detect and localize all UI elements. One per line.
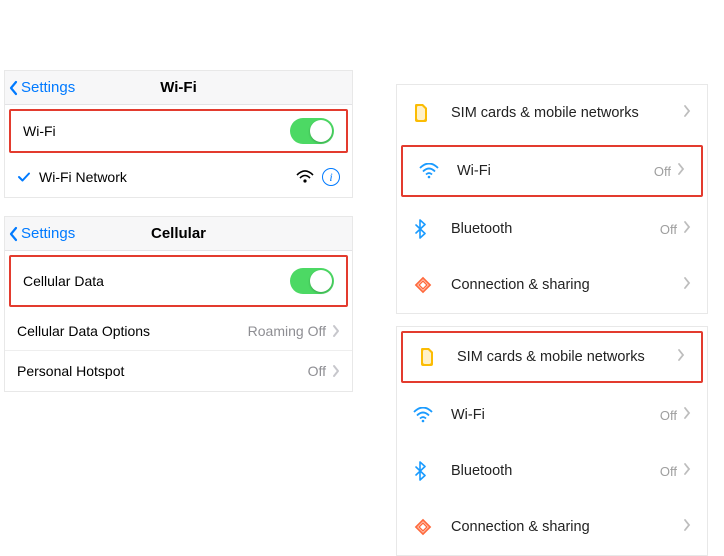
chevron-right-icon: [683, 462, 691, 480]
share-icon: [413, 517, 441, 537]
ios-nav-bar: Settings Cellular: [5, 217, 352, 251]
share-icon: [413, 275, 441, 295]
wifi-network-label: Wi-Fi Network: [39, 169, 296, 185]
bluetooth-label: Bluetooth: [451, 221, 660, 237]
personal-hotspot-value: Off: [308, 363, 326, 379]
wifi-switch[interactable]: [290, 118, 334, 144]
sharing-label: Connection & sharing: [451, 277, 683, 293]
cellular-data-row[interactable]: Cellular Data: [11, 257, 346, 305]
chevron-right-icon: [677, 348, 685, 366]
bluetooth-icon: [413, 461, 441, 481]
android-panel-a: SIM cards & mobile networks Wi-Fi Off Bl…: [396, 84, 708, 314]
personal-hotspot-row[interactable]: Personal Hotspot Off: [5, 351, 352, 391]
ios-nav-bar: Settings Wi-Fi: [5, 71, 352, 105]
chevron-right-icon: [683, 276, 691, 294]
back-label: Settings: [21, 79, 75, 96]
chevron-right-icon: [332, 324, 340, 338]
chevron-right-icon: [683, 518, 691, 536]
checkmark-icon: [17, 170, 31, 184]
sim-icon: [419, 347, 447, 367]
ios-wifi-panel: Settings Wi-Fi Wi-Fi Wi-Fi Network i: [4, 70, 353, 198]
wifi-row[interactable]: Wi-Fi Off: [403, 147, 701, 195]
cellular-options-row[interactable]: Cellular Data Options Roaming Off: [5, 311, 352, 351]
back-button[interactable]: Settings: [5, 225, 75, 243]
wifi-signal-icon: [296, 170, 314, 184]
wifi-value: Off: [654, 164, 671, 179]
wifi-icon: [419, 163, 447, 179]
sim-label: SIM cards & mobile networks: [451, 105, 683, 121]
bluetooth-value: Off: [660, 464, 677, 479]
sim-row-highlight: SIM cards & mobile networks: [401, 331, 703, 383]
chevron-right-icon: [332, 364, 340, 378]
wifi-label: Wi-Fi: [457, 163, 654, 179]
wifi-row[interactable]: Wi-Fi Off: [397, 387, 707, 443]
back-label: Settings: [21, 225, 75, 242]
chevron-left-icon: [7, 79, 21, 97]
android-panel-b: SIM cards & mobile networks Wi-Fi Off Bl…: [396, 326, 708, 556]
sharing-row[interactable]: Connection & sharing: [397, 499, 707, 555]
bluetooth-label: Bluetooth: [451, 463, 660, 479]
cellular-data-highlight: Cellular Data: [9, 255, 348, 307]
cellular-data-label: Cellular Data: [23, 273, 290, 289]
sim-icon: [413, 103, 441, 123]
chevron-right-icon: [683, 104, 691, 122]
sim-label: SIM cards & mobile networks: [457, 349, 677, 365]
bluetooth-value: Off: [660, 222, 677, 237]
sharing-row[interactable]: Connection & sharing: [397, 257, 707, 313]
cellular-data-switch[interactable]: [290, 268, 334, 294]
chevron-left-icon: [7, 225, 21, 243]
back-button[interactable]: Settings: [5, 79, 75, 97]
wifi-network-row[interactable]: Wi-Fi Network i: [5, 157, 352, 197]
wifi-toggle-highlight: Wi-Fi: [9, 109, 348, 153]
wifi-toggle-row[interactable]: Wi-Fi: [11, 111, 346, 151]
bluetooth-row[interactable]: Bluetooth Off: [397, 201, 707, 257]
bluetooth-row[interactable]: Bluetooth Off: [397, 443, 707, 499]
cellular-options-value: Roaming Off: [248, 323, 326, 339]
sim-row[interactable]: SIM cards & mobile networks: [403, 333, 701, 381]
sim-row[interactable]: SIM cards & mobile networks: [397, 85, 707, 141]
info-icon[interactable]: i: [322, 168, 340, 186]
wifi-icon: [413, 407, 441, 423]
cellular-options-label: Cellular Data Options: [17, 323, 248, 339]
wifi-toggle-label: Wi-Fi: [23, 123, 290, 139]
wifi-label: Wi-Fi: [451, 407, 660, 423]
ios-cellular-panel: Settings Cellular Cellular Data Cellular…: [4, 216, 353, 392]
chevron-right-icon: [683, 220, 691, 238]
personal-hotspot-label: Personal Hotspot: [17, 363, 308, 379]
chevron-right-icon: [683, 406, 691, 424]
wifi-value: Off: [660, 408, 677, 423]
wifi-row-highlight: Wi-Fi Off: [401, 145, 703, 197]
bluetooth-icon: [413, 219, 441, 239]
chevron-right-icon: [677, 162, 685, 180]
sharing-label: Connection & sharing: [451, 519, 683, 535]
